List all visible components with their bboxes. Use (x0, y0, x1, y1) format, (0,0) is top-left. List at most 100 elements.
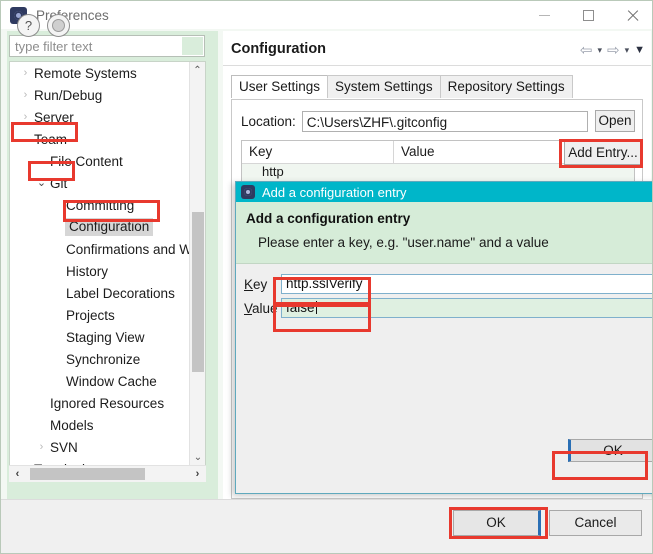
sidebar-item-configuration[interactable]: Configuration (10, 216, 190, 238)
forward-arrow-icon[interactable]: ⇨ (607, 41, 620, 59)
preferences-window: Preferences type filter text › Remote Sys… (0, 0, 653, 554)
chevron-right-icon[interactable]: › (18, 67, 33, 79)
tab-user-settings[interactable]: User Settings (231, 75, 329, 98)
dialog-gear-icon (241, 185, 255, 199)
minimize-button[interactable] (522, 1, 566, 29)
dialog-ok-button[interactable]: OK (568, 439, 652, 462)
close-button[interactable] (610, 1, 652, 29)
help-icon[interactable]: ? (17, 14, 40, 37)
title-divider (223, 65, 651, 66)
sidebar-item-committing[interactable]: Committing (10, 194, 190, 216)
dialog-title-text: Add a configuration entry (262, 184, 407, 200)
filter-clear-button[interactable] (182, 37, 203, 55)
chevron-right-icon[interactable]: › (34, 441, 49, 453)
sidebar-item-label: Server (34, 109, 74, 125)
vertical-scroll-thumb[interactable] (192, 212, 204, 372)
tab-system-settings[interactable]: System Settings (327, 75, 441, 98)
sidebar-item-models[interactable]: Models (10, 414, 190, 436)
settings-tabs: User Settings System Settings Repository S… (231, 75, 573, 98)
sidebar-item-synchronize[interactable]: Synchronize (10, 348, 190, 370)
sidebar-item-label: Window Cache (66, 373, 157, 389)
sidebar-item-label: File Content (50, 153, 123, 169)
page-nav-icons: ⇦ ▾ ⇨ ▾ ▼ (580, 41, 645, 59)
sidebar-item-team[interactable]: ⌄ Team (10, 128, 190, 150)
scroll-right-icon[interactable]: › (189, 466, 206, 482)
add-configuration-entry-dialog: Add a configuration entry Add a configur… (235, 181, 652, 494)
filter-input-wrapper[interactable]: type filter text (9, 35, 205, 57)
sidebar-item-label: History (66, 263, 109, 279)
sidebar-item-label: Models (50, 417, 94, 433)
sidebar-item-projects[interactable]: Projects (10, 304, 190, 326)
dialog-body: Key http.sslVerify Value false OK (236, 264, 652, 473)
sidebar-item-label: Remote Systems (34, 65, 137, 81)
sidebar-item-label: Team (34, 131, 68, 147)
window-controls (522, 1, 652, 29)
sidebar-item-svn[interactable]: › SVN (10, 436, 190, 458)
sidebar-item-label: Git (50, 175, 68, 191)
sidebar-item-remote-systems[interactable]: › Remote Systems (10, 62, 190, 84)
sidebar-item-run-debug[interactable]: › Run/Debug (10, 84, 190, 106)
sidebar-item-label: Label Decorations (66, 285, 175, 301)
tree-vertical-scrollbar[interactable]: ⌃ ⌄ (189, 62, 205, 466)
sidebar-item-git[interactable]: ⌄ Git (10, 172, 190, 194)
sidebar-item-label: Ignored Resources (50, 395, 165, 411)
sidebar-item-label: Staging View (66, 329, 145, 345)
back-dropdown-caret-icon[interactable]: ▾ (597, 45, 602, 56)
sidebar-item-file-content[interactable]: File Content (10, 150, 190, 172)
sidebar-item-staging-view[interactable]: Staging View (10, 326, 190, 348)
dialog-description: Please enter a key, e.g. "user.name" and… (258, 235, 549, 250)
dialog-value-label: Value (244, 300, 278, 316)
view-menu-caret-icon[interactable]: ▼ (634, 44, 645, 56)
dialog-value-row: Value false (244, 298, 652, 318)
dialog-heading: Add a configuration entry (246, 211, 411, 226)
scroll-left-icon[interactable]: ‹ (9, 466, 26, 482)
window-titlebar: Preferences (1, 1, 652, 29)
back-arrow-icon[interactable]: ⇦ (580, 41, 593, 59)
chevron-down-icon[interactable]: ⌄ (18, 133, 33, 145)
dialog-key-row: Key http.sslVerify (244, 274, 652, 294)
maximize-button[interactable] (566, 1, 610, 29)
forward-dropdown-caret-icon[interactable]: ▾ (625, 45, 630, 56)
sidebar-item-label: Synchronize (66, 351, 141, 367)
location-row: Location: C:\Users\ZHF\.gitconfig Open (241, 110, 635, 132)
dialog-value-input[interactable]: false (281, 298, 652, 318)
tree-horizontal-scrollbar[interactable]: ‹ › (9, 465, 206, 482)
chevron-right-icon[interactable]: › (18, 89, 33, 101)
sidebar-item-confirmations-and-w[interactable]: Confirmations and W (10, 238, 190, 260)
location-input[interactable]: C:\Users\ZHF\.gitconfig (301, 110, 588, 132)
location-label: Location: (241, 113, 296, 129)
sidebar-item-label: Confirmations and W (66, 241, 190, 257)
chevron-right-icon[interactable]: › (18, 111, 33, 123)
sidebar-item-window-cache[interactable]: Window Cache (10, 370, 190, 392)
filter-placeholder-text: type filter text (15, 38, 93, 54)
about-icon[interactable] (47, 14, 70, 37)
footer-cancel-button[interactable]: Cancel (549, 510, 642, 536)
scroll-down-icon[interactable]: ⌄ (190, 449, 205, 466)
page-title: Configuration (231, 41, 327, 57)
chevron-down-icon[interactable]: ⌄ (34, 177, 49, 189)
sidebar-item-label: Configuration (65, 218, 154, 236)
sidebar-item-ignored-resources[interactable]: Ignored Resources (10, 392, 190, 414)
scroll-up-icon[interactable]: ⌃ (190, 62, 205, 79)
sidebar-item-history[interactable]: History (10, 260, 190, 282)
dialog-key-input[interactable]: http.sslVerify (281, 274, 652, 294)
dialog-banner: Add a configuration entry Please enter a… (236, 202, 652, 264)
tree-items: › Remote Systems › Run/Debug › Server ⌄ Team Fil… (10, 62, 190, 467)
dialog-titlebar: Add a configuration entry (236, 182, 652, 202)
dialog-value-text: false (286, 300, 315, 315)
sidebar-item-label-decorations[interactable]: Label Decorations (10, 282, 190, 304)
sidebar-item-label: Run/Debug (34, 87, 103, 103)
sidebar-item-label: SVN (50, 439, 78, 455)
column-header-key: Key (242, 141, 394, 163)
open-button[interactable]: Open (595, 110, 635, 132)
preferences-tree[interactable]: › Remote Systems › Run/Debug › Server ⌄ Team Fil… (9, 61, 206, 481)
footer-ok-button[interactable]: OK (453, 510, 541, 536)
tab-repository-settings[interactable]: Repository Settings (439, 75, 573, 98)
add-entry-button[interactable]: Add Entry... (564, 141, 642, 165)
sidebar-item-label: Projects (66, 307, 115, 323)
sidebar-item-label: Committing (66, 197, 135, 213)
sidebar-item-server[interactable]: › Server (10, 106, 190, 128)
horizontal-scroll-thumb[interactable] (30, 468, 145, 480)
dialog-key-label: Key (244, 276, 268, 292)
text-caret (315, 301, 317, 314)
